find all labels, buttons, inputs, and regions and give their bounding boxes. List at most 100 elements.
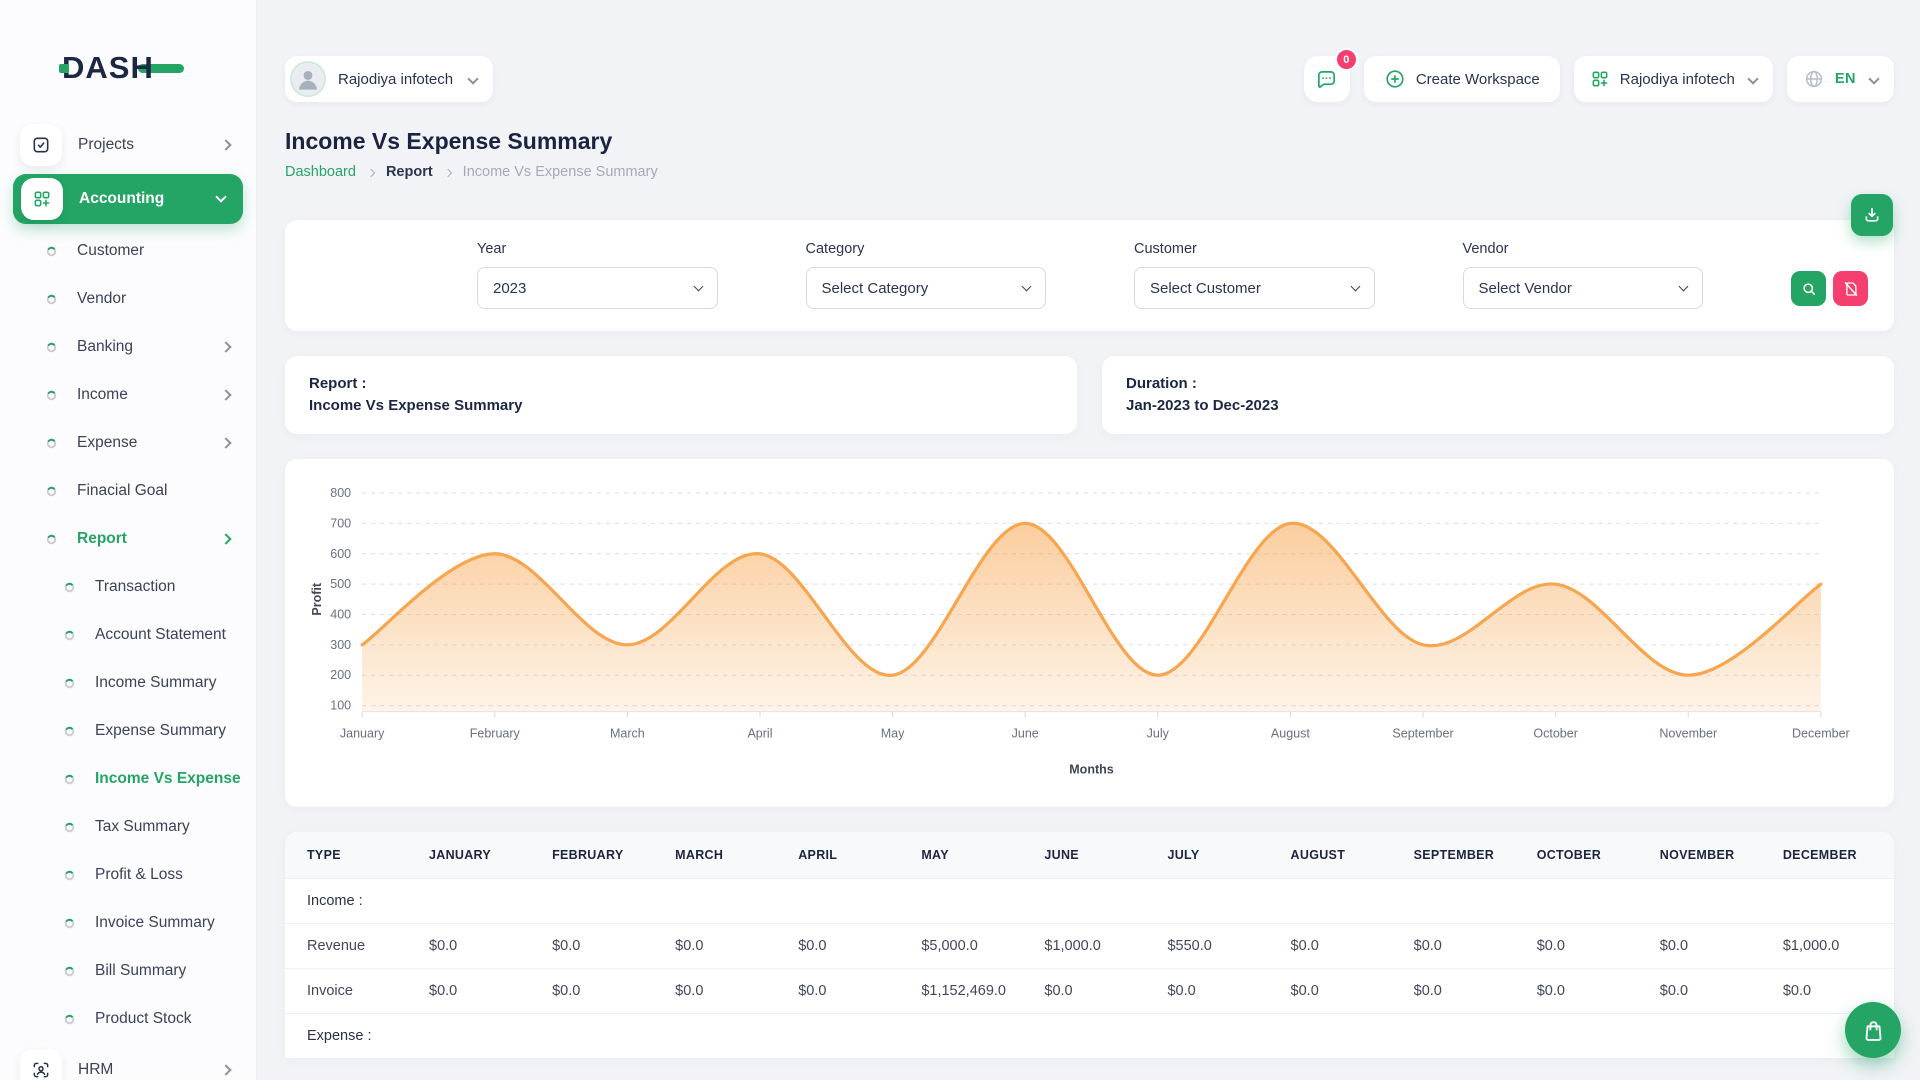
breadcrumb-dashboard[interactable]: Dashboard bbox=[285, 164, 356, 180]
create-workspace-button[interactable]: Create Workspace bbox=[1364, 56, 1560, 102]
filter-field-category: Category Select Category bbox=[806, 241, 1047, 309]
sidebar-item-transaction[interactable]: Transaction bbox=[0, 563, 256, 611]
duration-summary-card: Duration : Jan-2023 to Dec-2023 bbox=[1102, 356, 1894, 434]
chevron-right-icon bbox=[220, 1064, 231, 1075]
table-row-invoice: Invoice$0.0$0.0$0.0$0.0$1,152,469.0$0.0$… bbox=[285, 969, 1894, 1014]
chevron-down-icon bbox=[1022, 282, 1032, 292]
cell-value: $0.0 bbox=[663, 924, 786, 969]
search-button[interactable] bbox=[1791, 271, 1826, 306]
dot-icon bbox=[64, 726, 75, 737]
workspace-name: Rajodiya infotech bbox=[1620, 71, 1735, 88]
bag-icon bbox=[1861, 1018, 1886, 1043]
income-expense-table-card: TYPEJANUARYFEBRUARYMARCHAPRILMAYJUNEJULY… bbox=[285, 832, 1894, 1058]
dot-icon bbox=[46, 246, 57, 257]
category-select[interactable]: Select Category bbox=[806, 267, 1047, 309]
sidebar-item-label: Projects bbox=[78, 136, 134, 154]
cell-value: $0.0 bbox=[1402, 924, 1525, 969]
sidebar-item-tax-summary[interactable]: Tax Summary bbox=[0, 803, 256, 851]
messages-button[interactable]: 0 bbox=[1304, 56, 1350, 102]
dot-icon bbox=[64, 582, 75, 593]
filter-form: Year2023CategorySelect CategoryCustomerS… bbox=[311, 241, 1868, 309]
language-code: EN bbox=[1835, 71, 1856, 87]
store-fab-button[interactable] bbox=[1845, 1002, 1901, 1058]
year-select[interactable]: 2023 bbox=[477, 267, 718, 309]
svg-text:December: December bbox=[1792, 726, 1850, 740]
dot-icon bbox=[46, 534, 57, 545]
sidebar-item-report[interactable]: Report bbox=[0, 515, 256, 563]
sidebar-item-projects[interactable]: Projects bbox=[0, 118, 256, 171]
reset-button[interactable] bbox=[1833, 271, 1868, 306]
sidebar-item-accounting[interactable]: Accounting bbox=[13, 174, 243, 224]
sidebar-item-finacial-goal[interactable]: Finacial Goal bbox=[0, 467, 256, 515]
cell-value: $1,000.0 bbox=[1032, 924, 1155, 969]
row-type: Revenue bbox=[285, 924, 417, 969]
column-header-november: NOVEMBER bbox=[1648, 832, 1771, 879]
dot-icon bbox=[46, 342, 57, 353]
duration-value: Jan-2023 to Dec-2023 bbox=[1126, 395, 1870, 417]
column-header-december: DECEMBER bbox=[1771, 832, 1894, 879]
cell-value: $0.0 bbox=[417, 969, 540, 1014]
svg-text:300: 300 bbox=[330, 637, 351, 651]
column-header-june: JUNE bbox=[1032, 832, 1155, 879]
workspace-selector[interactable]: Rajodiya infotech bbox=[1574, 56, 1773, 102]
column-header-march: MARCH bbox=[663, 832, 786, 879]
sidebar-item-label: Product Stock bbox=[95, 1010, 192, 1028]
sidebar-item-banking[interactable]: Banking bbox=[0, 323, 256, 371]
chevron-down-icon bbox=[1679, 282, 1689, 292]
svg-text:800: 800 bbox=[330, 486, 351, 500]
filter-field-year: Year2023 bbox=[477, 241, 718, 309]
svg-text:400: 400 bbox=[330, 607, 351, 621]
cell-value: $0.0 bbox=[540, 969, 663, 1014]
sidebar-item-label: Account Statement bbox=[95, 626, 226, 644]
main-content: Rajodiya infotech 0 Create Workspace Raj… bbox=[257, 56, 1920, 1058]
cell-value: $0.0 bbox=[1032, 969, 1155, 1014]
sidebar-item-bill-summary[interactable]: Bill Summary bbox=[0, 947, 256, 995]
sidebar-item-account-statement[interactable]: Account Statement bbox=[0, 611, 256, 659]
sidebar-item-label: Income Summary bbox=[95, 674, 216, 692]
vendor-select[interactable]: Select Vendor bbox=[1463, 267, 1704, 309]
sidebar-item-expense[interactable]: Expense bbox=[0, 419, 256, 467]
chevron-down-icon bbox=[1747, 73, 1758, 84]
company-name: Rajodiya infotech bbox=[338, 71, 453, 88]
search-icon bbox=[1800, 280, 1818, 298]
breadcrumb-report[interactable]: Report bbox=[386, 164, 433, 180]
sidebar-item-income-summary[interactable]: Income Summary bbox=[0, 659, 256, 707]
svg-text:January: January bbox=[340, 726, 385, 740]
sidebar-item-label: Expense bbox=[77, 434, 137, 452]
dot-icon bbox=[64, 678, 75, 689]
chart-canvas: 100200300400500600700800JanuaryFebruaryM… bbox=[307, 483, 1868, 802]
svg-text:February: February bbox=[470, 726, 521, 740]
sidebar-item-label: Bill Summary bbox=[95, 962, 186, 980]
checkbox-icon bbox=[20, 124, 62, 166]
download-report-button[interactable] bbox=[1851, 194, 1893, 236]
duration-label: Duration : bbox=[1126, 373, 1870, 395]
filter-label: Category bbox=[806, 241, 1047, 257]
company-selector[interactable]: Rajodiya infotech bbox=[285, 56, 493, 102]
sidebar-item-income[interactable]: Income bbox=[0, 371, 256, 419]
language-selector[interactable]: EN bbox=[1787, 56, 1894, 102]
filter-actions bbox=[1791, 271, 1868, 306]
section-row-income: Income : bbox=[285, 879, 1894, 924]
svg-text:July: July bbox=[1147, 726, 1170, 740]
cell-value: $0.0 bbox=[1648, 969, 1771, 1014]
cell-value: $0.0 bbox=[540, 924, 663, 969]
sidebar-item-product-stock[interactable]: Product Stock bbox=[0, 995, 256, 1043]
sidebar-item-customer[interactable]: Customer bbox=[0, 227, 256, 275]
cell-value: $0.0 bbox=[1525, 924, 1648, 969]
cell-value: $0.0 bbox=[1279, 969, 1402, 1014]
table-header-row: TYPEJANUARYFEBRUARYMARCHAPRILMAYJUNEJULY… bbox=[285, 832, 1894, 879]
column-header-april: APRIL bbox=[786, 832, 909, 879]
plus-circle-icon bbox=[1384, 68, 1406, 90]
svg-text:700: 700 bbox=[330, 516, 351, 530]
sidebar-item-hrm[interactable]: HRM bbox=[0, 1043, 256, 1080]
sidebar-item-income-vs-expense[interactable]: Income Vs Expense bbox=[0, 755, 256, 803]
column-header-october: OCTOBER bbox=[1525, 832, 1648, 879]
sidebar-item-expense-summary[interactable]: Expense Summary bbox=[0, 707, 256, 755]
sidebar-item-label: Profit & Loss bbox=[95, 866, 183, 884]
svg-text:June: June bbox=[1012, 726, 1039, 740]
sidebar-item-vendor[interactable]: Vendor bbox=[0, 275, 256, 323]
customer-select[interactable]: Select Customer bbox=[1134, 267, 1375, 309]
dot-icon bbox=[46, 390, 57, 401]
sidebar-item-invoice-summary[interactable]: Invoice Summary bbox=[0, 899, 256, 947]
sidebar-item-profit-loss[interactable]: Profit & Loss bbox=[0, 851, 256, 899]
